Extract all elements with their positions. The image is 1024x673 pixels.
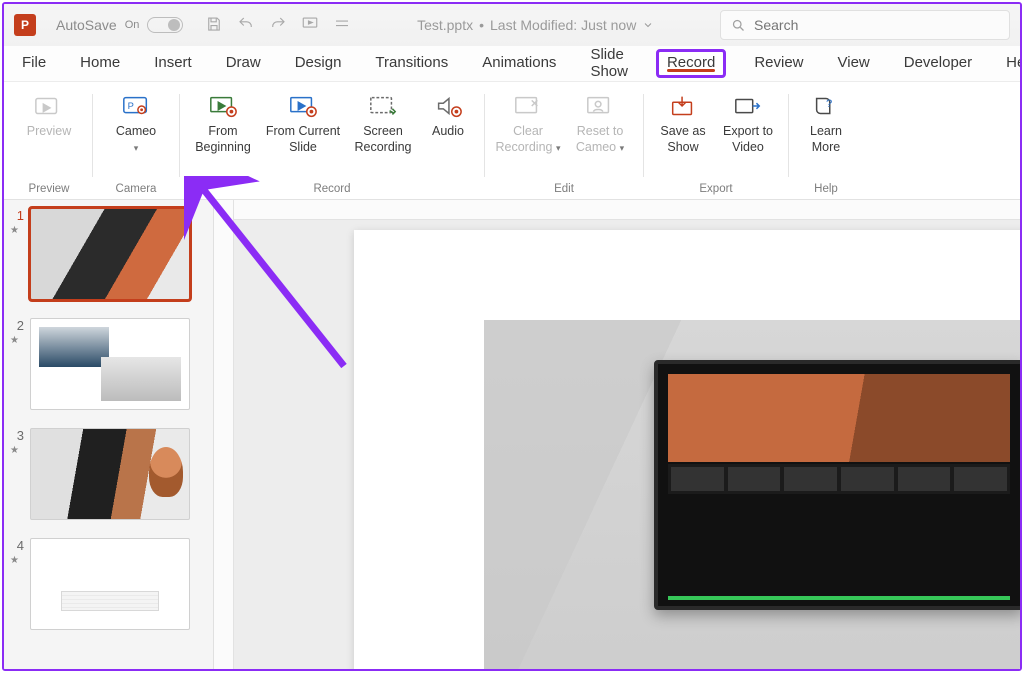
tab-help[interactable]: Help (1000, 50, 1022, 77)
document-title: Test.pptx • Last Modified: Just now (357, 17, 714, 33)
export-video-icon (731, 92, 765, 120)
group-preview: Preview Preview (8, 88, 90, 199)
ribbon: Preview Preview P Cameo▾ Camera From Beg… (4, 82, 1020, 200)
cameo-icon: P (119, 92, 153, 120)
slide-number: 1 (10, 208, 24, 223)
tab-slideshow[interactable]: Slide Show (584, 42, 634, 86)
clear-recording-button[interactable]: Clear Recording ▾ (495, 88, 561, 155)
export-to-video-button[interactable]: Export to Video (718, 88, 778, 155)
slide-canvas-area (214, 200, 1020, 669)
group-help: ? Learn More Help (791, 88, 861, 199)
tab-view[interactable]: View (832, 50, 876, 77)
reset-cameo-button[interactable]: Reset to Cameo ▾ (567, 88, 633, 155)
tab-home[interactable]: Home (74, 50, 126, 77)
chevron-down-icon: ▾ (134, 143, 139, 153)
modified-label: Last Modified: Just now (490, 17, 636, 33)
present-icon[interactable] (301, 15, 319, 36)
tab-design[interactable]: Design (289, 50, 348, 77)
slide-thumbnail-1[interactable] (30, 208, 190, 300)
animation-star-icon: ★ (10, 225, 24, 236)
group-camera: P Cameo▾ Camera (95, 88, 177, 199)
cameo-button[interactable]: P Cameo▾ (103, 88, 169, 155)
search-icon (731, 18, 746, 33)
audio-button[interactable]: Audio (422, 88, 474, 154)
from-beginning-icon (206, 92, 240, 120)
autosave-toggle[interactable]: AutoSave On (56, 17, 183, 33)
vertical-ruler (214, 200, 234, 669)
group-edit: Clear Recording ▾ Reset to Cameo ▾ Edit (487, 88, 641, 199)
thumbnail-row-3[interactable]: 3★ (10, 428, 207, 520)
slide-number: 4 (10, 538, 24, 553)
toggle-switch-icon[interactable] (147, 17, 183, 33)
tab-developer[interactable]: Developer (898, 50, 978, 77)
learn-more-button[interactable]: ? Learn More (799, 88, 853, 155)
thumbnail-row-2[interactable]: 2★ (10, 318, 207, 410)
redo-icon[interactable] (269, 15, 287, 36)
svg-text:?: ? (826, 98, 832, 110)
group-label-record: Record (313, 181, 350, 199)
group-label-help: Help (814, 181, 838, 199)
slide-thumbnail-2[interactable] (30, 318, 190, 410)
group-label-preview: Preview (29, 181, 70, 199)
current-slide[interactable] (354, 230, 1020, 669)
save-as-show-icon (666, 92, 700, 120)
tab-draw[interactable]: Draw (220, 50, 267, 77)
slide-number: 2 (10, 318, 24, 333)
autosave-label: AutoSave (56, 17, 117, 33)
autosave-state: On (125, 19, 140, 31)
from-current-icon (286, 92, 320, 120)
from-beginning-button[interactable]: From Beginning (190, 88, 256, 155)
quick-access-toolbar (205, 15, 351, 36)
monitor-graphic (654, 360, 1020, 610)
slide-thumbnail-4[interactable] (30, 538, 190, 630)
tab-review[interactable]: Review (748, 50, 809, 77)
tab-transitions[interactable]: Transitions (369, 50, 454, 77)
save-icon[interactable] (205, 15, 223, 36)
group-label-edit: Edit (554, 181, 574, 199)
powerpoint-app-icon (14, 14, 36, 36)
animation-star-icon: ★ (10, 445, 24, 456)
thumbnail-row-4[interactable]: 4★ (10, 538, 207, 630)
filename-label: Test.pptx (417, 17, 473, 33)
group-record: From Beginning From Current Slide Screen… (182, 88, 482, 199)
group-export: Save as Show Export to Video Export (646, 88, 786, 199)
undo-icon[interactable] (237, 15, 255, 36)
slide-number: 3 (10, 428, 24, 443)
learn-more-icon: ? (809, 92, 843, 120)
preview-button[interactable]: Preview (16, 88, 82, 154)
group-label-camera: Camera (116, 181, 157, 199)
thumbnail-row-1[interactable]: 1★ (10, 208, 207, 300)
tab-insert[interactable]: Insert (148, 50, 198, 77)
tab-animations[interactable]: Animations (476, 50, 562, 77)
search-box[interactable] (720, 10, 1010, 40)
animation-star-icon: ★ (10, 335, 24, 346)
screen-recording-button[interactable]: Screen Recording (350, 88, 416, 155)
preview-icon (32, 92, 66, 120)
tab-file[interactable]: File (16, 50, 52, 77)
svg-text:P: P (128, 101, 134, 111)
slide-image (484, 320, 1020, 669)
tab-record[interactable]: Record (656, 49, 726, 78)
reset-cameo-icon (583, 92, 617, 120)
chevron-down-icon[interactable] (642, 19, 654, 31)
overflow-icon[interactable] (333, 15, 351, 36)
app-window: AutoSave On Test.pptx • Last Modified: J… (2, 2, 1022, 671)
workspace: 1★ 2★ 3★ 4★ (4, 200, 1020, 669)
horizontal-ruler (234, 200, 1020, 220)
animation-star-icon: ★ (10, 555, 24, 566)
title-bar: AutoSave On Test.pptx • Last Modified: J… (4, 4, 1020, 46)
slide-thumbnail-panel[interactable]: 1★ 2★ 3★ 4★ (4, 200, 214, 669)
screen-recording-icon (366, 92, 400, 120)
from-current-slide-button[interactable]: From Current Slide (262, 88, 344, 155)
audio-icon (431, 92, 465, 120)
group-label-export: Export (699, 181, 732, 199)
save-as-show-button[interactable]: Save as Show (654, 88, 712, 155)
search-input[interactable] (754, 17, 999, 33)
slide-thumbnail-3[interactable] (30, 428, 190, 520)
ribbon-tabs: File Home Insert Draw Design Transitions… (4, 46, 1020, 82)
canvas-background[interactable] (234, 220, 1020, 669)
clear-recording-icon (511, 92, 545, 120)
